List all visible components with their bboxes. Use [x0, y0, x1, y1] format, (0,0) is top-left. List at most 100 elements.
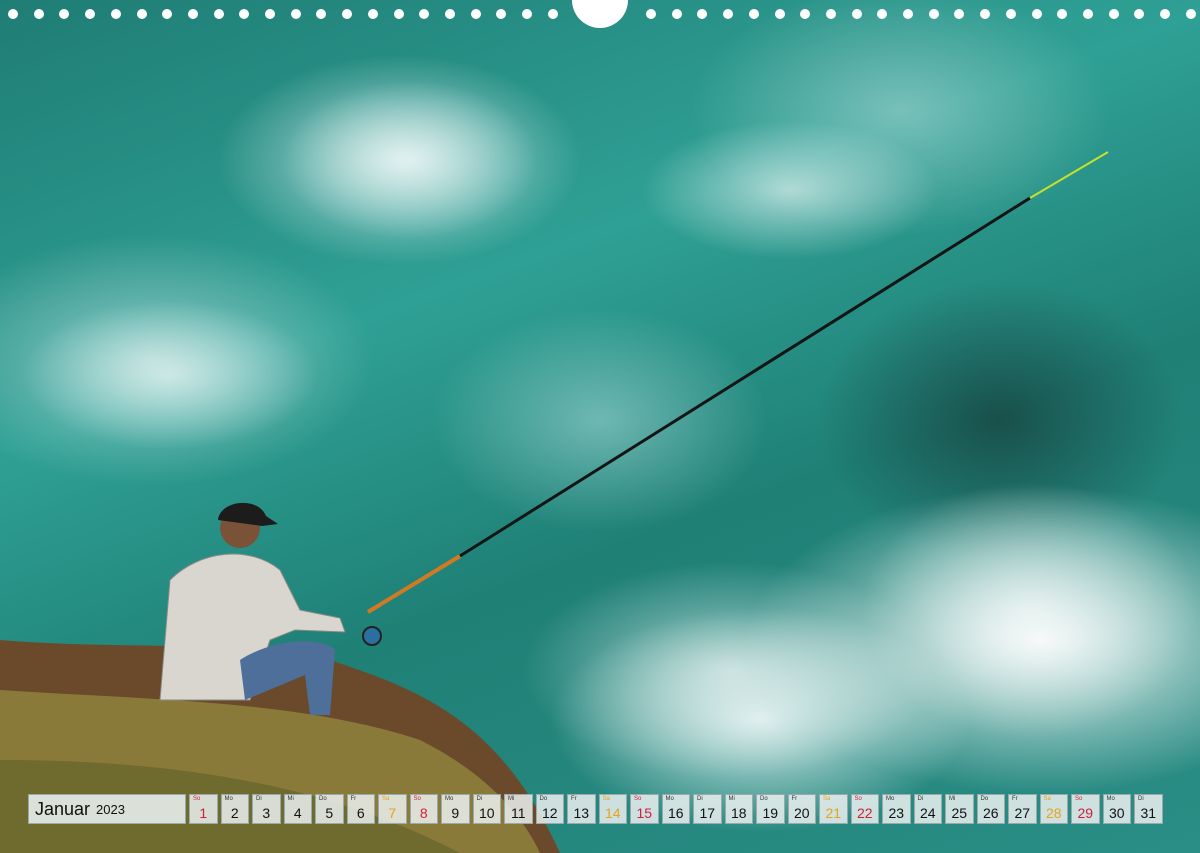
day-number: 9 — [451, 805, 460, 821]
day-cell: Mo 16 — [661, 794, 690, 824]
binding-hole — [239, 9, 250, 19]
weekday-label: Do — [760, 796, 768, 802]
binding-hole — [470, 9, 481, 19]
day-cell: Mo 30 — [1102, 794, 1131, 824]
rod-handle — [366, 554, 462, 614]
day-cell: Fr 6 — [346, 794, 375, 824]
day-cell: Di 17 — [693, 794, 722, 824]
binding-hole — [825, 9, 836, 19]
day-number: 19 — [762, 805, 779, 821]
day-cell: Sa 7 — [378, 794, 407, 824]
binding-hole — [8, 9, 18, 19]
weekday-label: Fr — [350, 796, 357, 802]
weekday-label: Sa — [382, 796, 390, 802]
day-number: 28 — [1045, 805, 1062, 821]
binding-hole — [419, 9, 430, 19]
weekday-label: Mo — [665, 796, 674, 802]
day-number: 7 — [388, 805, 397, 821]
binding-hole — [110, 9, 121, 19]
binding-hole — [1160, 9, 1170, 19]
day-number: 29 — [1077, 805, 1094, 821]
day-number: 18 — [730, 805, 747, 821]
weekday-label: So — [634, 796, 642, 802]
day-number: 22 — [856, 805, 873, 821]
day-number: 5 — [325, 805, 334, 821]
scene-drawing — [0, 151, 1109, 853]
day-cell: Di 31 — [1134, 794, 1163, 824]
weekday-label: Fr — [571, 796, 577, 802]
day-cell: Sa 28 — [1039, 794, 1068, 824]
month-year: 2023 — [96, 801, 125, 817]
day-cell: Fr 13 — [567, 794, 596, 824]
day-number: 14 — [604, 805, 621, 821]
day-cell: Fr 27 — [1008, 794, 1037, 824]
weekday-label: So — [1075, 796, 1083, 802]
binding-hole — [1185, 9, 1196, 19]
binding-hole — [316, 9, 327, 19]
day-cell: So 29 — [1071, 794, 1100, 824]
weekday-label: Mi — [728, 796, 735, 802]
sea-photo — [0, 0, 1200, 853]
day-cell: Di 3 — [252, 794, 281, 824]
day-cell: Mi 25 — [945, 794, 974, 824]
binding-hole — [444, 9, 455, 19]
weekday-label: Sa — [823, 796, 831, 802]
day-number: 13 — [573, 805, 590, 821]
weekday-label: Do — [319, 796, 327, 802]
binding-hole — [342, 9, 353, 19]
binding-hole — [1082, 9, 1093, 19]
day-cell: Mi 18 — [724, 794, 753, 824]
day-number: 31 — [1140, 805, 1157, 821]
weekday-label: Mi — [949, 796, 956, 802]
binding-hole — [367, 9, 378, 19]
day-number: 6 — [356, 805, 365, 821]
binding-hole — [800, 9, 811, 19]
binding-hole — [1134, 9, 1145, 19]
weekday-label: Di — [256, 796, 262, 802]
binding-hole — [954, 9, 965, 19]
day-number: 2 — [230, 805, 239, 821]
weekday-label: Mo — [886, 796, 895, 802]
day-number: 24 — [919, 805, 936, 821]
reel — [362, 626, 382, 646]
day-number: 10 — [478, 805, 495, 821]
day-cell: Do 26 — [976, 794, 1005, 824]
day-number: 30 — [1108, 805, 1125, 821]
binding-hole — [265, 9, 275, 19]
binding-hole — [85, 9, 96, 19]
day-number: 4 — [293, 805, 302, 821]
day-number: 17 — [699, 805, 716, 821]
weekday-label: Di — [1138, 796, 1144, 802]
day-number: 3 — [262, 805, 271, 821]
binding-hole — [748, 9, 759, 19]
binding-hole — [723, 9, 734, 19]
weekday-label: Mi — [508, 796, 515, 802]
day-cell: Mi 11 — [504, 794, 533, 824]
binding-hole — [496, 9, 507, 19]
weekday-label: Di — [917, 796, 924, 802]
weekday-label: Sa — [1043, 796, 1051, 802]
weekday-label: Fr — [1012, 796, 1018, 802]
rod-tip — [1029, 151, 1109, 199]
day-number: 20 — [793, 805, 810, 821]
day-cells: So 1 Mo 2 Di 3 Mi 4 Do 5 Fr 6 Sa 7 So 8 Mo 9 Di 10 Mi 11 Do 12 F… — [189, 794, 1163, 826]
day-cell: Sa 21 — [819, 794, 848, 824]
day-number: 25 — [951, 805, 968, 821]
binding-hole — [646, 9, 656, 19]
weekday-label: Mo — [224, 796, 233, 802]
day-number: 26 — [982, 805, 999, 821]
day-cell: Di 10 — [472, 794, 501, 824]
binding-hole — [33, 9, 44, 19]
binding-hole — [774, 9, 785, 19]
weekday-label: Do — [980, 796, 989, 802]
day-cell: Mo 9 — [441, 794, 470, 824]
weekday-label: Sa — [602, 796, 610, 802]
weekday-label: Mi — [287, 796, 294, 802]
day-cell: So 8 — [409, 794, 438, 824]
binding-hole — [393, 9, 404, 19]
day-number: 12 — [541, 805, 558, 821]
day-cell: Mo 2 — [220, 794, 249, 824]
month-label-box: Januar 2023 — [28, 794, 186, 824]
binding-hole — [903, 9, 913, 19]
binding-hole — [547, 9, 558, 19]
